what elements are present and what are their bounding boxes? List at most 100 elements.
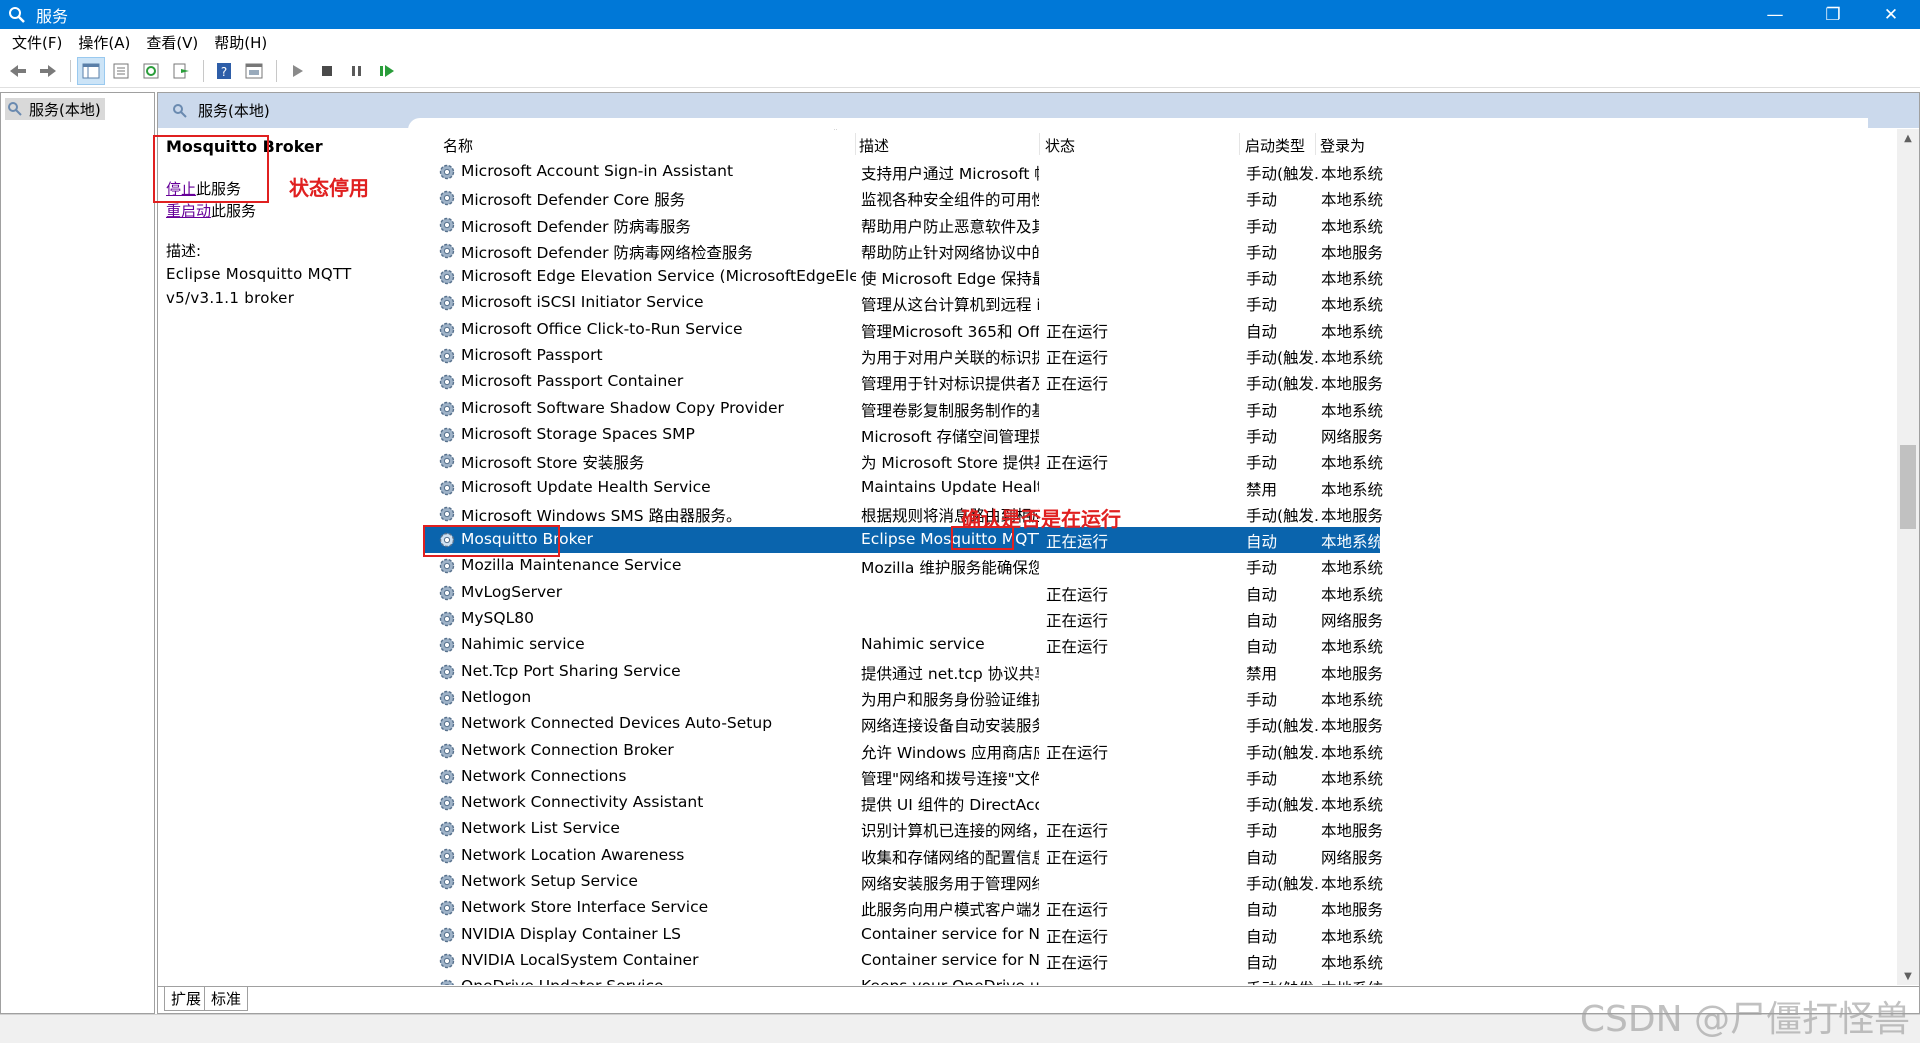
service-logon-as: 网络服务 xyxy=(1321,848,1384,867)
gear-icon xyxy=(437,320,457,340)
table-row[interactable]: Network Location Awareness 收集和存储网络的配置信息，.… xyxy=(423,843,1876,869)
menu-file[interactable]: 文件(F) xyxy=(6,32,72,53)
close-icon[interactable]: ✕ xyxy=(1862,0,1920,29)
scroll-down-icon[interactable]: ▼ xyxy=(1897,967,1919,985)
service-logon-as: 本地系统 xyxy=(1321,690,1384,709)
service-logon-as: 本地服务 xyxy=(1321,664,1384,683)
table-row[interactable]: Microsoft Defender 防病毒服务 帮助用户防止恶意软件及其他...… xyxy=(423,212,1876,238)
menu-view[interactable]: 查看(V) xyxy=(140,32,208,53)
service-name: Network Connectivity Assistant xyxy=(461,793,704,812)
service-startup-type: 手动 xyxy=(1246,454,1278,473)
service-logon-as: 本地系统 xyxy=(1321,270,1384,289)
table-row[interactable]: Mosquitto BrokerEclipse Mosquitto MQTT v… xyxy=(423,527,1383,554)
properties-icon[interactable] xyxy=(107,57,135,85)
table-row[interactable]: Microsoft Defender Core 服务 监视各种安全组件的可用性、.… xyxy=(423,185,1876,211)
service-startup-type: 自动 xyxy=(1246,901,1278,920)
minimize-icon[interactable]: — xyxy=(1746,0,1804,29)
menu-action[interactable]: 操作(A) xyxy=(72,32,140,53)
maximize-icon[interactable]: ❐ xyxy=(1804,0,1862,29)
col-startup-header[interactable]: 启动类型 xyxy=(1245,135,1305,156)
table-row[interactable]: Microsoft Software Shadow Copy Provider 管… xyxy=(423,396,1876,422)
service-logon-as: 本地系统 xyxy=(1321,217,1384,236)
service-startup-type: 手动 xyxy=(1246,243,1278,262)
table-row[interactable]: MySQL80 正在运行 自动 网络服务 xyxy=(423,606,1876,632)
service-logon-as: 本地系统 xyxy=(1321,533,1384,552)
table-row[interactable]: Microsoft Passport Container 管理用于针对标识提供者及… xyxy=(423,369,1876,395)
restart-service-link[interactable]: 重启动 xyxy=(166,202,211,220)
service-description: 管理从这台计算机到远程 iSCS... xyxy=(861,296,1039,315)
col-desc-header[interactable]: 描述 xyxy=(859,135,889,156)
menu-help[interactable]: 帮助(H) xyxy=(208,32,277,53)
pause-icon[interactable] xyxy=(343,57,371,85)
service-description: Maintains Update Health xyxy=(861,477,1039,496)
services-icon xyxy=(7,101,23,117)
table-row[interactable]: Mozilla Maintenance Service Mozilla 维护服务能… xyxy=(423,553,1876,579)
vertical-scrollbar[interactable]: ▲ ▼ xyxy=(1897,129,1919,985)
service-logon-as: 本地系统 xyxy=(1321,977,1411,985)
col-status-header[interactable]: 状态 xyxy=(1045,135,1075,156)
gear-icon xyxy=(437,241,457,261)
forward-icon[interactable] xyxy=(34,57,62,85)
service-startup-type: 自动 xyxy=(1246,612,1278,631)
table-row[interactable]: Microsoft Storage Spaces SMP Microsoft 存储… xyxy=(423,422,1876,448)
table-row[interactable]: Network Setup Service 网络安装服务用于管理网络驱... 手动(… xyxy=(423,869,1876,895)
service-name: Network Store Interface Service xyxy=(461,898,709,917)
table-row[interactable]: Network Store Interface Service 此服务向用户模式客… xyxy=(423,895,1876,921)
table-row[interactable]: Microsoft Windows SMS 路由器服务。根据规则将消息路由到相应… xyxy=(423,501,1876,527)
table-row[interactable]: Network Connectivity Assistant 提供 UI 组件的 … xyxy=(423,790,1876,816)
service-description: Container service for NVIDIA ... xyxy=(861,924,1039,943)
tab-standard[interactable]: 标准 xyxy=(204,987,249,1011)
gear-icon xyxy=(437,714,457,734)
service-name: Network Connected Devices Auto-Setup xyxy=(461,714,773,733)
annotation-box-actions xyxy=(153,135,269,203)
table-row[interactable]: Microsoft Update Health Service Maintains… xyxy=(423,475,1876,501)
refresh-icon[interactable] xyxy=(137,57,165,85)
table-row[interactable]: Microsoft Store 安装服务 为 Microsoft Store 提供… xyxy=(423,448,1876,474)
table-row[interactable]: Nahimic service Nahimic service 正在运行 自动 本地系统 xyxy=(423,632,1876,658)
table-row[interactable]: Microsoft iSCSI Initiator Service 管理从这台计算… xyxy=(423,290,1876,316)
scroll-up-icon[interactable]: ▲ xyxy=(1897,129,1919,147)
table-row[interactable]: Network List Service 识别计算机已连接的网络，收... 正在运行… xyxy=(423,816,1876,842)
service-name: Network Connection Broker xyxy=(461,740,674,759)
col-logon-header[interactable]: 登录为 xyxy=(1320,135,1365,156)
gear-icon xyxy=(437,583,457,603)
tree-item-services-local[interactable]: 服务(本地) xyxy=(5,98,105,120)
gear-icon xyxy=(437,741,457,761)
service-startup-type: 手动(触发... xyxy=(1246,977,1318,985)
table-row[interactable]: Microsoft Edge Elevation Service (Micros… xyxy=(423,264,1876,290)
table-row[interactable]: Microsoft Defender 防病毒网络检查服务 帮助防止针对网络协议中的… xyxy=(423,238,1876,264)
tab-extended[interactable]: 扩展 xyxy=(164,987,209,1011)
table-row[interactable]: Microsoft Office Click-to-Run Service 管理M… xyxy=(423,317,1876,343)
table-row[interactable]: Network Connected Devices Auto-Setup 网络连接… xyxy=(423,711,1876,737)
table-row[interactable]: Network Connection Broker 允许 Windows 应用商店… xyxy=(423,738,1876,764)
stop-icon[interactable] xyxy=(313,57,341,85)
scroll-thumb[interactable] xyxy=(1900,445,1916,529)
table-row[interactable]: OneDrive Updater Service Keeps your OneDr… xyxy=(423,974,1876,985)
table-row[interactable]: Microsoft Passport 为用于对用户关联的标识提供... 正在运行 手动… xyxy=(423,343,1876,369)
table-row[interactable]: NVIDIA Display Container LS Container ser… xyxy=(423,922,1876,948)
gear-icon xyxy=(437,372,457,392)
help-icon[interactable]: ? xyxy=(210,57,238,85)
gear-icon xyxy=(437,609,457,629)
table-row[interactable]: Netlogon 为用户和服务身份验证维护此... 手动 本地系统 xyxy=(423,685,1876,711)
service-logon-as: 本地服务 xyxy=(1321,901,1384,920)
console-tree-icon[interactable] xyxy=(77,57,105,85)
start-icon[interactable] xyxy=(283,57,311,85)
table-row[interactable]: Microsoft Account Sign-in Assistant 支持用户通… xyxy=(423,159,1876,185)
resume-icon[interactable] xyxy=(373,57,401,85)
service-description: 为用于对用户关联的标识提供... xyxy=(861,349,1039,368)
export-icon[interactable] xyxy=(167,57,195,85)
service-name: Microsoft Storage Spaces SMP xyxy=(461,424,695,443)
service-description: 提供通过 net.tcp 协议共享 TC... xyxy=(861,664,1039,683)
gear-icon xyxy=(437,451,457,471)
table-row[interactable]: MvLogServer 正在运行 自动 本地系统 xyxy=(423,580,1876,606)
service-startup-type: 自动 xyxy=(1246,638,1278,657)
gear-icon xyxy=(437,635,457,655)
table-row[interactable]: NVIDIA LocalSystem Container Container se… xyxy=(423,948,1876,974)
table-row[interactable]: Network Connections 管理"网络和拨号连接"文件夹... 手动 本地… xyxy=(423,764,1876,790)
service-name: Microsoft Store 安装服务 xyxy=(461,454,645,473)
col-name-header[interactable]: 名称 xyxy=(443,135,473,156)
table-row[interactable]: Net.Tcp Port Sharing Service 提供通过 net.tcp… xyxy=(423,659,1876,685)
back-icon[interactable] xyxy=(4,57,32,85)
view-icon[interactable] xyxy=(240,57,268,85)
